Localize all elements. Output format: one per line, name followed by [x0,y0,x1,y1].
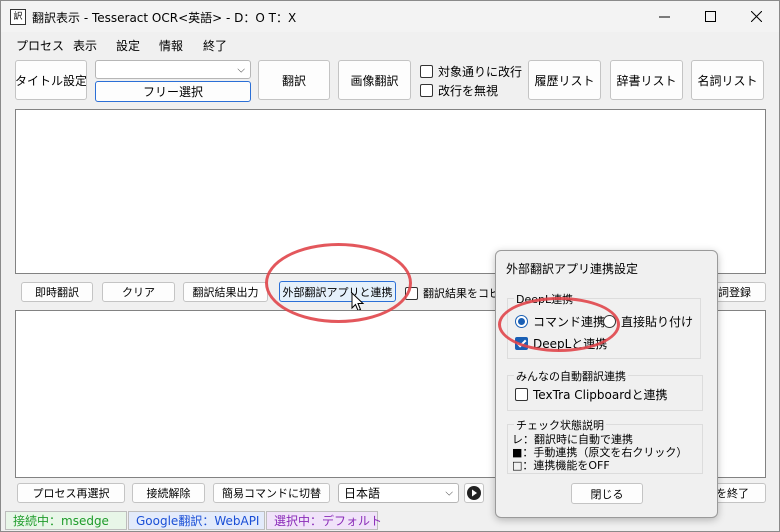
chevron-down-icon: ⌵ [445,487,453,499]
language-select-value: 日本語 [344,486,381,501]
line-break-as-is-checkbox[interactable]: 対象通りに改行 [420,63,522,80]
checkbox-label: 翻訳結果をコピ [423,287,500,300]
menu-exit[interactable]: 終了 [203,37,227,54]
external-app-link-button[interactable]: 外部翻訳アプリと連携 [279,281,396,302]
free-select-button[interactable]: フリー選択 [95,81,251,102]
chevron-down-icon: ⌵ [237,64,245,75]
ignore-line-breaks-checkbox[interactable]: 改行を無視 [420,82,498,99]
radio-indicator [603,315,616,328]
checkbox-box [405,286,418,300]
link-with-deepl-checkbox[interactable]: DeepLと連携 [515,335,607,352]
deepl-group-title: DeepL連携 [514,291,576,307]
simple-command-button[interactable]: 簡易コマンドに切替 [213,483,330,503]
checkbox-box [420,84,433,97]
noun-list-button[interactable]: 名詞リスト [691,60,764,100]
app-icon: 訳 [10,9,26,25]
dictionary-list-button[interactable]: 辞書リスト [610,60,683,100]
translate-button[interactable]: 翻訳 [258,60,330,100]
external-link-settings-dialog: 外部翻訳アプリ連携設定 DeepL連携 コマンド連携 直接貼り付け DeepLと… [495,250,718,518]
command-link-radio[interactable]: コマンド連携 [515,313,605,330]
status-connected: 接続中：msedge [5,511,127,530]
radio-label: 直接貼り付け [621,315,694,329]
instant-translate-button[interactable]: 即時翻訳 [21,282,93,302]
checkbox-label: 対象通りに改行 [438,65,523,79]
output-result-button[interactable]: 翻訳結果出力 [183,282,268,302]
title-settings-button[interactable]: タイトル設定 [15,60,87,100]
minimize-button[interactable] [641,1,687,32]
minna-group-title: みんなの自動翻訳連携 [514,368,628,384]
history-list-button[interactable]: 履歴リスト [528,60,601,100]
status-google-translate: Google翻訳：WebAPI [128,511,265,530]
checkbox-box [420,65,433,78]
window-title: 翻訳表示 - Tesseract OCR<英語> - D：O T：X [32,11,297,25]
language-select[interactable]: 日本語 ⌵ [338,483,459,503]
target-combo[interactable]: ⌵ [95,60,251,79]
menu-view[interactable]: 表示 [73,37,97,54]
close-window-button[interactable] [733,1,779,32]
checkbox-box [515,337,528,350]
legend-off: □：連携機能をOFF [512,459,610,472]
menu-info[interactable]: 情報 [159,37,183,54]
play-icon [467,486,481,500]
reselect-process-button[interactable]: プロセス再選択 [17,483,125,503]
checkbox-label: 改行を無視 [438,84,499,98]
maximize-icon [704,11,716,22]
checkbox-box [515,388,528,401]
dialog-close-button[interactable]: 閉じる [571,483,643,504]
radio-label: コマンド連携 [533,315,606,329]
menu-process[interactable]: プロセス [16,37,64,54]
clear-button[interactable]: クリア [102,282,175,302]
disconnect-button[interactable]: 接続解除 [132,483,205,503]
radio-indicator [515,315,528,328]
checkbox-label: TexTra Clipboardと連携 [533,388,668,402]
dialog-title: 外部翻訳アプリ連携設定 [506,262,639,276]
menu-settings[interactable]: 設定 [116,37,140,54]
app-window: 訳 翻訳表示 - Tesseract OCR<英語> - D：O T：X プロセ… [0,0,780,532]
title-bar: 訳 翻訳表示 - Tesseract OCR<英語> - D：O T：X [1,1,779,32]
menu-bar: プロセス 表示 設定 情報 終了 [1,32,779,56]
minimize-icon [658,16,670,18]
copy-result-checkbox[interactable]: 翻訳結果をコピ [405,285,500,301]
textra-clipboard-checkbox[interactable]: TexTra Clipboardと連携 [515,386,668,403]
checkbox-label: DeepLと連携 [533,337,608,351]
close-icon [750,11,762,22]
status-selected: 選択中：デフォルト [266,511,382,530]
maximize-button[interactable] [687,1,733,32]
image-translate-button[interactable]: 画像翻訳 [338,60,411,100]
register-word-button[interactable]: 詞登録 [715,282,766,302]
play-button[interactable] [464,483,484,503]
direct-paste-radio[interactable]: 直接貼り付け [603,313,693,330]
